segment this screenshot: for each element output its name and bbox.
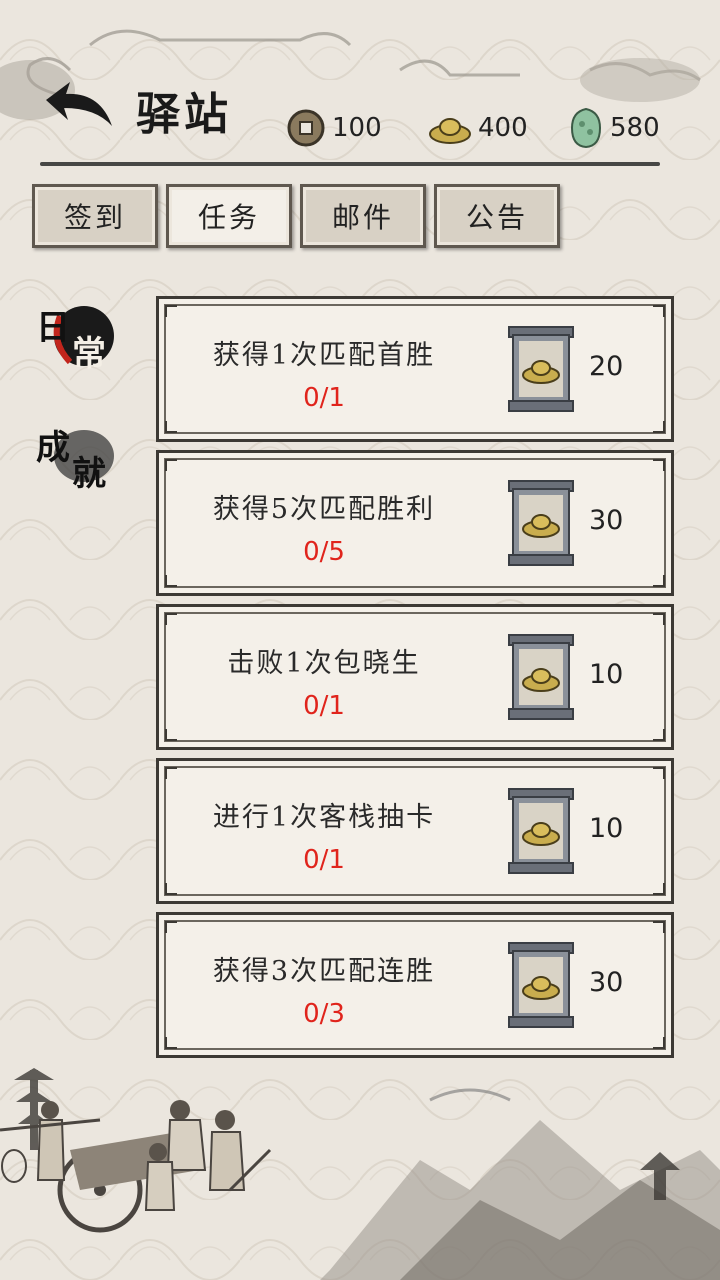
travelers-with-cart-illustration — [0, 1100, 272, 1233]
gold-ingot-icon — [508, 634, 574, 720]
task-name: 击败1次包晓生 — [227, 648, 421, 679]
tab-mail[interactable]: 邮件 — [300, 184, 426, 248]
gold-ingot-count: 400 — [478, 113, 528, 143]
resource-jade: 580 — [568, 106, 660, 150]
gold-ingot-icon — [508, 480, 574, 566]
ink-wash-scenery — [0, 1068, 720, 1280]
task-progress: 0/1 — [303, 383, 345, 413]
task-item: 进行1次客栈抽卡 0/1 10 — [156, 758, 674, 904]
tab-announcements[interactable]: 公告 — [434, 184, 560, 248]
back-arrow-icon — [46, 82, 112, 126]
task-item: 获得1次匹配首胜 0/1 20 — [156, 296, 674, 442]
task-progress: 0/1 — [303, 845, 345, 875]
task-name: 获得3次匹配连胜 — [212, 956, 436, 987]
copper-coin-icon — [287, 109, 325, 147]
task-item: 获得3次匹配连胜 0/3 30 — [156, 912, 674, 1058]
gold-ingot-icon — [508, 942, 574, 1028]
tab-tasks[interactable]: 任务 — [166, 184, 292, 248]
reward-scroll-button[interactable] — [505, 633, 577, 721]
gold-ingot-icon — [429, 118, 471, 144]
header-divider — [40, 162, 660, 166]
task-progress: 0/3 — [303, 999, 345, 1029]
tab-sign-in[interactable]: 签到 — [32, 184, 158, 248]
side-tab-achievements-char-2: 就 — [72, 454, 106, 494]
header: 驿站 100 400 580 — [0, 0, 720, 170]
task-name: 获得5次匹配胜利 — [212, 494, 436, 525]
back-button[interactable] — [40, 78, 120, 138]
task-list: 获得1次匹配首胜 0/1 20 获得5次匹配胜利 0/5 30 击败1次包晓生 … — [156, 296, 674, 1066]
reward-scroll-button[interactable] — [505, 941, 577, 1029]
side-tab-achievements[interactable]: 成 就 — [30, 416, 120, 496]
side-tab-daily-char-1: 日 — [36, 308, 70, 348]
reward-amount: 30 — [589, 967, 624, 998]
gold-ingot-icon — [508, 788, 574, 874]
gold-ingot-icon — [508, 326, 574, 412]
top-tabs: 签到 任务 邮件 公告 — [32, 184, 560, 248]
reward-scroll-button[interactable] — [505, 787, 577, 875]
task-name: 获得1次匹配首胜 — [212, 340, 436, 371]
side-tab-daily[interactable]: 日 常 — [30, 296, 120, 376]
reward-amount: 30 — [589, 505, 624, 536]
reward-amount: 10 — [589, 659, 624, 690]
reward-amount: 20 — [589, 351, 624, 382]
task-item: 击败1次包晓生 0/1 10 — [156, 604, 674, 750]
task-item: 获得5次匹配胜利 0/5 30 — [156, 450, 674, 596]
side-tab-daily-char-2: 常 — [72, 334, 106, 374]
resource-gold-ingot: 400 — [428, 106, 528, 150]
jade-count: 580 — [610, 113, 660, 143]
reward-scroll-button[interactable] — [505, 479, 577, 567]
task-progress: 0/1 — [303, 691, 345, 721]
task-progress: 0/5 — [303, 537, 345, 567]
jade-icon — [570, 107, 602, 149]
reward-scroll-button[interactable] — [505, 325, 577, 413]
page-title: 驿站 — [136, 89, 232, 140]
side-tab-achievements-char-1: 成 — [36, 428, 70, 468]
task-name: 进行1次客栈抽卡 — [212, 802, 436, 833]
reward-amount: 10 — [589, 813, 624, 844]
resource-copper-coin: 100 — [286, 106, 382, 150]
copper-coin-count: 100 — [332, 113, 382, 143]
